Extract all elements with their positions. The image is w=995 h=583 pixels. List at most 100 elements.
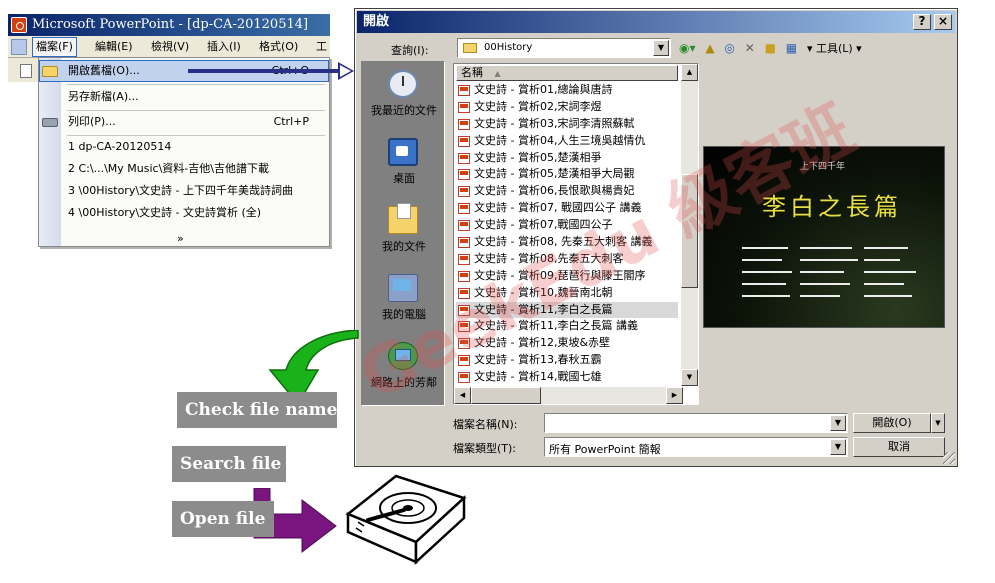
connector-arrow-line [188,69,340,73]
network-places-icon [388,342,418,370]
folder-icon [463,43,477,53]
file-row[interactable]: 文史詩 - 賞析04,人生三境吳越情仇 [456,133,678,150]
filename-label: 檔案名稱(N): [453,418,518,431]
vertical-scrollbar[interactable]: ▲ ▼ [681,64,698,386]
preview-text-line [864,259,900,261]
open-options-arrow-icon[interactable]: ▼ [931,413,945,433]
file-row[interactable]: 文史詩 - 賞析07, 戰國四公子 講義 [456,200,678,217]
preview-subtitle: 上下四千年 [800,162,846,172]
up-folder-icon[interactable]: ▲ [705,41,714,55]
menu-item-print-label: 列印(P)... [68,115,116,128]
file-row[interactable]: 文史詩 - 賞析09,琵琶行與滕王閣序 [456,268,678,285]
scroll-right-icon[interactable]: ▶ [666,387,683,404]
preview-text-line [864,271,916,273]
views-icon[interactable]: ▦ [786,41,797,55]
open-folder-icon [42,66,58,77]
place-my-computer[interactable]: 我的電腦 [362,268,446,336]
look-in-select[interactable]: 00History ▼ [457,38,671,58]
scroll-down-icon[interactable]: ▼ [681,369,698,386]
place-my-documents[interactable]: 我的文件 [362,200,446,268]
recent-file-1[interactable]: 1 dp-CA-20120514 [39,136,329,158]
file-row[interactable]: 文史詩 - 賞析02,宋詞李煜 [456,99,678,116]
recent-file-4[interactable]: 4 \00History\文史詩 - 文史詩賞析 (全) [39,202,329,224]
file-row[interactable]: 文史詩 - 賞析03,宋詞李清照蘇軾 [456,116,678,133]
search-web-icon[interactable]: ◎ [724,41,734,55]
menu-item-save-as-label: 另存新檔(A)... [68,90,139,103]
powerpoint-app-icon [11,17,27,33]
powerpoint-window: Microsoft PowerPoint - [dp-CA-20120514] … [8,14,330,58]
preview-text-line [742,283,786,285]
delete-icon[interactable]: ✕ [745,41,755,55]
file-row[interactable]: 文史詩 - 賞析08,先秦五大刺客 [456,251,678,268]
menu-item-print[interactable]: 列印(P)... Ctrl+P [39,111,329,133]
file-row-label: 文史詩 - 賞析08,先秦五大刺客 [474,251,624,265]
sort-ascending-icon: ▲ [494,69,501,78]
file-row[interactable]: 文史詩 - 賞析11,李白之長篇 講義 [456,318,678,335]
file-row[interactable]: 文史詩 - 賞析13,春秋五霸 [456,352,678,369]
file-row-label: 文史詩 - 賞析12,東坡&赤壁 [474,336,611,350]
place-recent[interactable]: 我最近的文件 [362,64,446,132]
powerpoint-file-icon [458,253,470,265]
file-row[interactable]: 文史詩 - 賞析12,東坡&赤壁 [456,335,678,352]
menu-tools-truncated[interactable]: 工 [313,36,330,57]
resize-grip-icon[interactable] [943,452,955,464]
scroll-up-icon[interactable]: ▲ [681,64,698,81]
column-header-name[interactable]: 名稱 ▲ [456,65,678,81]
recent-file-2[interactable]: 2 C:\...\My Music\資料-吉他\吉他譜下載 [39,158,329,180]
recent-file-3[interactable]: 3 \00History\文史詩 - 上下四千年美哉詩詞曲 [39,180,329,202]
open-button[interactable]: 開啟(O) [853,413,931,433]
place-desktop[interactable]: 桌面 [362,132,446,200]
horizontal-scrollbar[interactable]: ◀ ▶ [454,387,683,404]
file-row[interactable]: 文史詩 - 賞析06,長恨歌與楊貴妃 [456,183,678,200]
menu-insert[interactable]: 插入(I) [204,36,244,57]
menu-view[interactable]: 檢視(V) [148,36,192,57]
file-row-label: 文史詩 - 賞析07, 戰國四公子 講義 [474,201,642,215]
preview-text-line [864,295,912,297]
place-label: 我最近的文件 [371,104,437,117]
dropdown-arrow-icon[interactable]: ▼ [653,40,669,56]
desktop-icon [388,138,418,166]
file-menu: 開啟舊檔(O)... Ctrl+O 另存新檔(A)... 列印(P)... Ct… [38,57,330,247]
preview-text-line [742,247,788,249]
menu-item-save-as[interactable]: 另存新檔(A)... [39,86,329,108]
dropdown-arrow-icon[interactable]: ▼ [830,415,846,431]
new-folder-icon[interactable]: ■ [765,41,776,55]
help-button[interactable]: ? [913,14,931,30]
file-row[interactable]: 文史詩 - 賞析05,楚漢相爭大局觀 [456,166,678,183]
powerpoint-file-icon [458,169,470,181]
menubar-grip-icon[interactable] [11,39,27,55]
cancel-button[interactable]: 取消 [853,437,945,457]
file-row[interactable]: 文史詩 - 賞析10,魏晉南北朝 [456,285,678,302]
vertical-scroll-thumb[interactable] [681,174,698,288]
dialog-toolbar: ◉▾ ▲ ◎ ✕ ■ ▦ ▾ 工具(L) ▾ [679,40,868,58]
dropdown-arrow-icon[interactable]: ▼ [830,439,846,455]
menu-edit[interactable]: 編輯(E) [92,36,136,57]
back-icon[interactable]: ◉▾ [679,41,696,55]
powerpoint-title: Microsoft PowerPoint - [dp-CA-20120514] [32,17,309,32]
scroll-left-icon[interactable]: ◀ [454,387,471,404]
file-row[interactable]: 文史詩 - 賞析14,戰國七雄 [456,369,678,386]
file-row[interactable]: 文史詩 - 賞析07,戰國四公子 [456,217,678,234]
menu-file[interactable]: 檔案(F) [32,37,77,57]
expand-menu-chevron-icon[interactable]: » [177,232,184,245]
preview-text-line [864,283,904,285]
file-row[interactable]: 文史詩 - 賞析01,總論與唐詩 [456,82,678,99]
file-list: 名稱 ▲ 文史詩 - 賞析01,總論與唐詩 文史詩 - 賞析02,宋詞李煜 文史詩 … [453,63,699,405]
recent-file-label: 3 \00History\文史詩 - 上下四千年美哉詩詞曲 [68,184,293,197]
file-row[interactable]: 文史詩 - 賞析05,楚漢相爭 [456,150,678,167]
recent-file-label: 1 dp-CA-20120514 [68,140,172,153]
connector-arrow-head-icon [338,62,354,80]
file-row-label: 文史詩 - 賞析05,楚漢相爭 [474,150,602,164]
file-row[interactable]: 文史詩 - 賞析11,李白之長篇 [456,301,678,319]
my-computer-icon [388,274,418,302]
place-network[interactable]: 網路上的芳鄰 [362,336,446,404]
tools-menu[interactable]: ▾ 工具(L) ▾ [807,40,862,56]
close-button[interactable]: × [934,14,952,30]
file-row[interactable]: 文史詩 - 賞析08, 先秦五大刺客 講義 [456,234,678,251]
filename-input[interactable]: ▼ [544,413,848,433]
menu-format[interactable]: 格式(O) [256,36,301,57]
preview-text-line [864,247,908,249]
filetype-select[interactable]: 所有 PowerPoint 簡報 ▼ [544,437,848,457]
preview-text-line [800,259,858,261]
horizontal-scroll-thumb[interactable] [471,387,541,404]
